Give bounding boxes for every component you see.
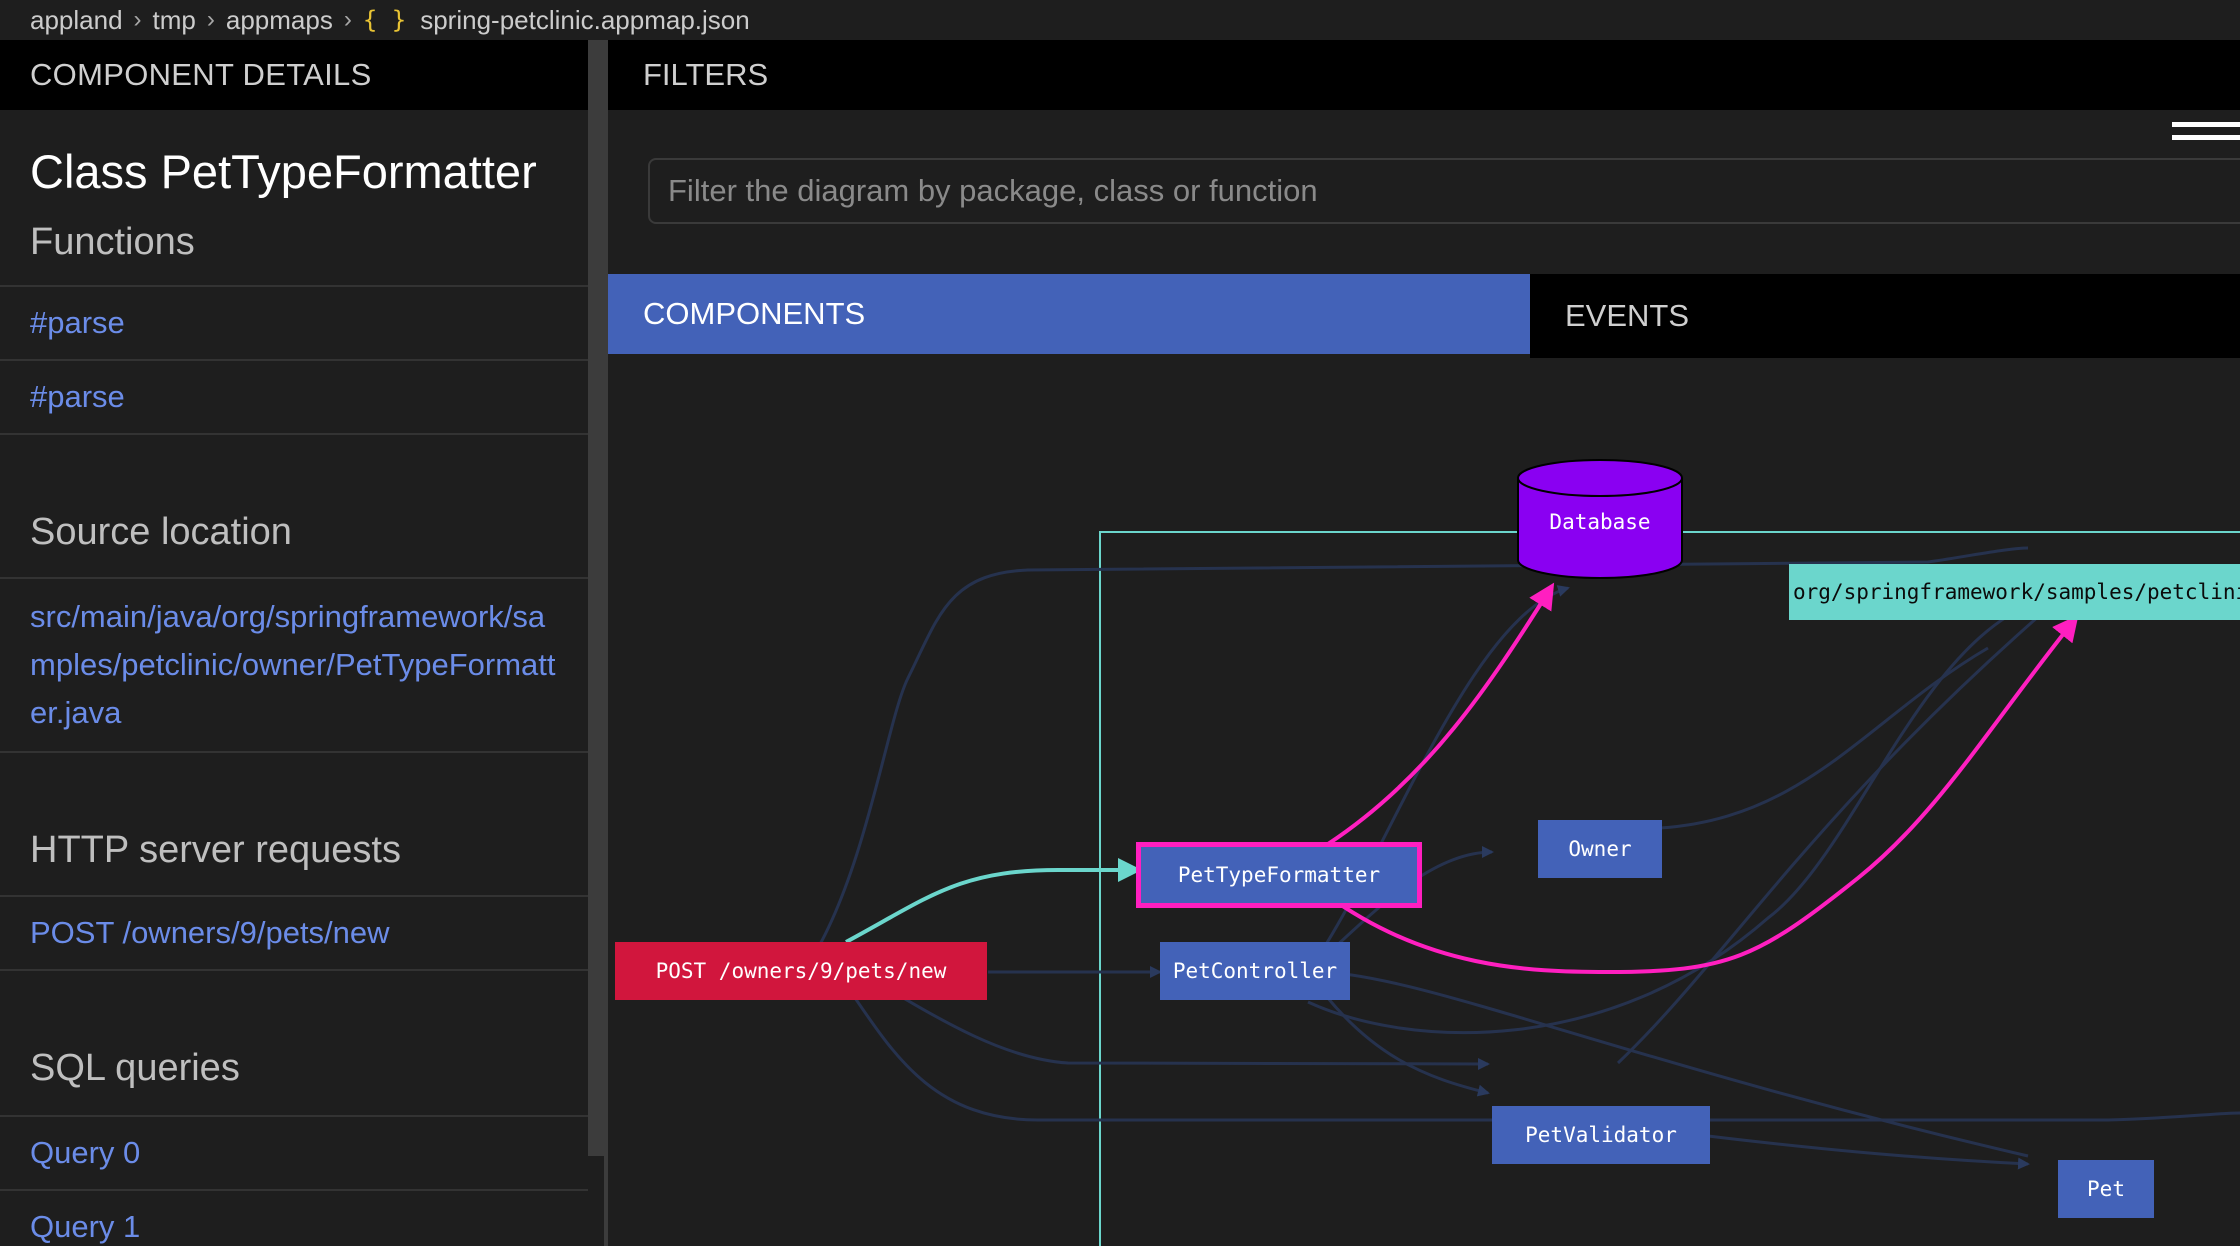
chevron-right-icon: › xyxy=(133,6,142,33)
source-location-heading: Source location xyxy=(30,511,292,553)
class-node-pettypeformatter[interactable]: PetTypeFormatter xyxy=(1136,842,1422,908)
breadcrumb-item-appmaps[interactable]: appmaps xyxy=(226,5,333,36)
edge xyxy=(1707,1134,2030,1170)
divider xyxy=(0,751,588,753)
class-node-petcontroller[interactable]: PetController xyxy=(1160,942,1350,1000)
sql-query-link[interactable]: Query 1 xyxy=(0,1189,588,1246)
edge xyxy=(1616,606,2049,1065)
filters-panel: FILTERS COMPONENTS EVENTS xyxy=(608,40,2240,1246)
function-link[interactable]: #parse xyxy=(0,285,588,359)
edge xyxy=(816,947,2240,1122)
sql-queries-heading: SQL queries xyxy=(30,1047,240,1089)
function-link[interactable]: #parse xyxy=(0,359,588,433)
sql-query-link[interactable]: Query 0 xyxy=(0,1115,588,1189)
chevron-right-icon: › xyxy=(206,6,215,33)
breadcrumb-item-tmp[interactable]: tmp xyxy=(153,5,196,36)
incoming-edge xyxy=(845,858,1142,944)
tab-events[interactable]: EVENTS xyxy=(1530,274,2240,358)
class-node-owner[interactable]: Owner xyxy=(1538,820,1662,878)
package-node[interactable]: org/springframework/samples/petclinic xyxy=(1789,564,2240,620)
divider xyxy=(0,969,588,971)
breadcrumb: appland › tmp › appmaps › { } spring-pet… xyxy=(0,0,2240,40)
divider xyxy=(0,433,588,435)
json-file-icon: { } xyxy=(362,6,407,34)
functions-heading: Functions xyxy=(30,221,195,263)
filter-input[interactable] xyxy=(648,158,2240,224)
http-requests-heading: HTTP server requests xyxy=(30,829,401,871)
database-label: Database xyxy=(1549,510,1651,534)
edge xyxy=(1659,646,1989,830)
class-node-petvalidator[interactable]: PetValidator xyxy=(1492,1106,1710,1164)
component-details-panel: COMPONENT DETAILS Class PetTypeFormatter… xyxy=(0,40,588,1246)
breadcrumb-item-file[interactable]: spring-petclinic.appmap.json xyxy=(420,5,750,36)
http-node-post-pets-new[interactable]: POST /owners/9/pets/new xyxy=(615,942,987,1000)
breadcrumb-item-appland[interactable]: appland xyxy=(30,5,123,36)
diagram-edges xyxy=(816,459,2240,1246)
edge xyxy=(1306,585,1570,973)
component-diagram: Database org/springframework/samples/pet… xyxy=(608,358,2240,1246)
chevron-right-icon: › xyxy=(343,6,352,33)
class-node-pet[interactable]: Pet xyxy=(2058,1160,2154,1218)
http-request-link[interactable]: POST /owners/9/pets/new xyxy=(0,895,588,969)
menu-icon[interactable] xyxy=(2172,122,2240,150)
tab-components[interactable]: COMPONENTS xyxy=(608,274,1530,354)
panel-splitter[interactable] xyxy=(588,40,608,1156)
outgoing-edge-database xyxy=(1326,582,1555,846)
outgoing-edge-package xyxy=(1326,614,2079,975)
class-title: Class PetTypeFormatter xyxy=(30,145,537,198)
component-details-header: COMPONENT DETAILS xyxy=(0,40,588,110)
source-location-link[interactable]: src/main/java/org/springframework/sample… xyxy=(0,579,588,751)
filters-header: FILTERS xyxy=(608,40,2240,110)
